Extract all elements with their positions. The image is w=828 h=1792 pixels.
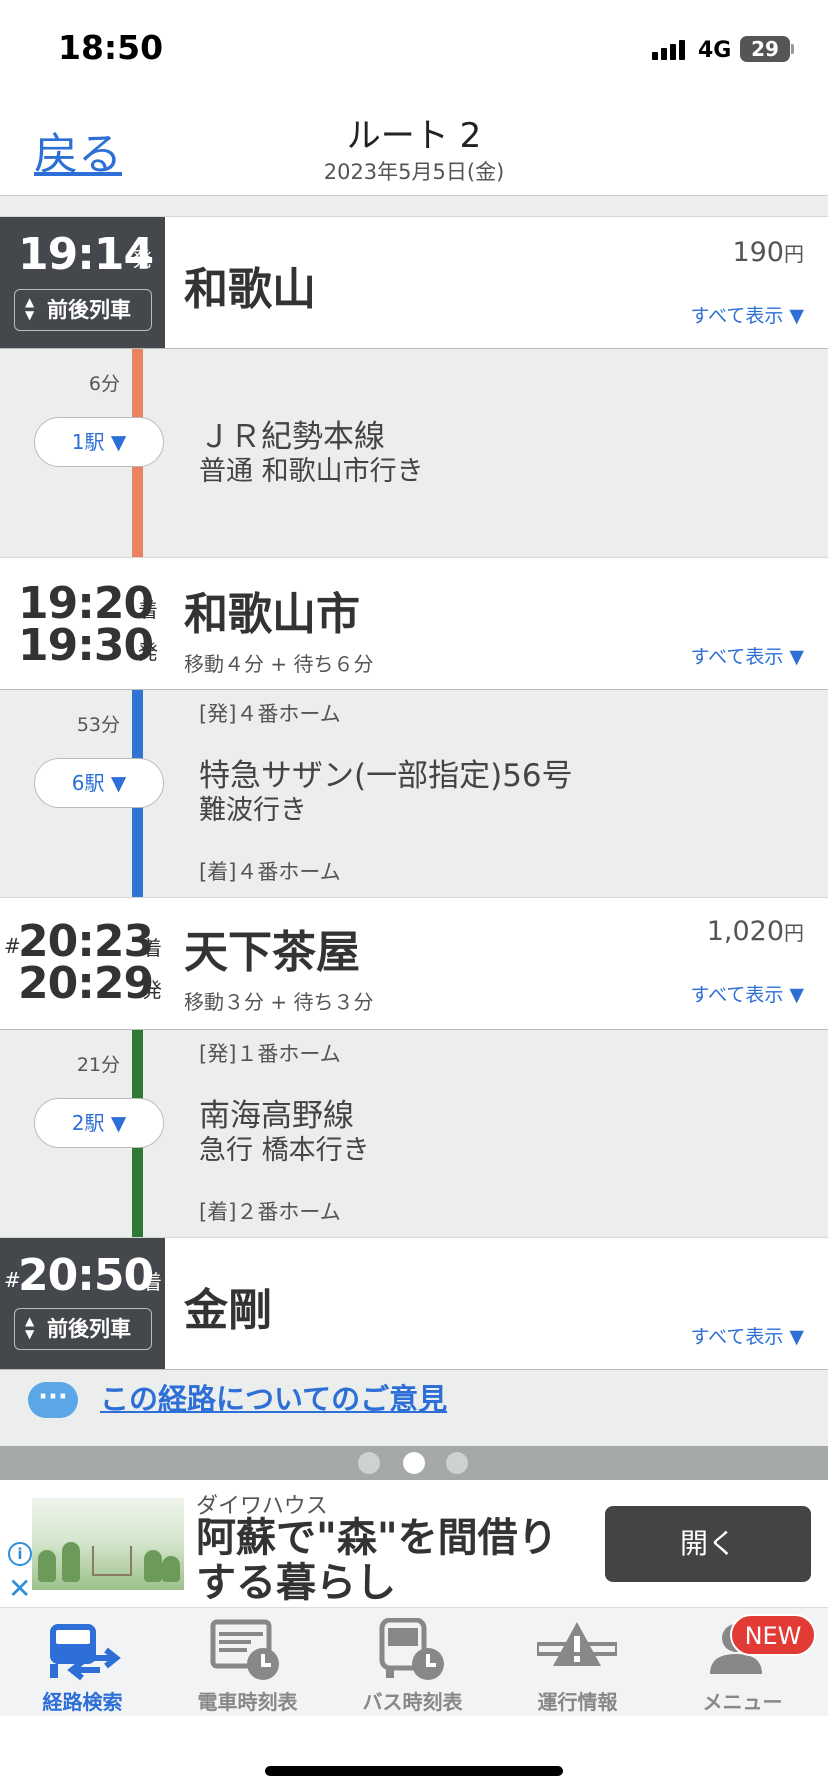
- tab-label: 経路検索: [42, 1690, 123, 1714]
- tab-label: メニュー: [702, 1690, 783, 1714]
- ad-headline: 阿蘇で"森"を間借りする暮らし: [196, 1515, 558, 1606]
- train-route-icon: [50, 1624, 121, 1681]
- depart-suffix: 発: [142, 978, 162, 1002]
- status-bar: 18:50 4G 29: [0, 0, 828, 100]
- arrive-suffix: 着: [142, 936, 162, 960]
- ad-image-tree: [62, 1542, 80, 1582]
- nearby-trains-button[interactable]: ▲ ▼ 前後列車: [14, 289, 152, 331]
- tab-bus-timetable[interactable]: バス時刻表: [330, 1608, 495, 1716]
- fare-value: 190: [732, 237, 784, 268]
- route-segment: 6分 1駅 ▼ ＪＲ紀勢本線 普通 和歌山市行き: [0, 349, 828, 557]
- station-name: 和歌山: [184, 264, 316, 315]
- depart-suffix: 発: [138, 640, 158, 664]
- tab-route-search[interactable]: 経路検索: [0, 1608, 165, 1716]
- transfer-info: 移動３分 + 待ち３分: [184, 990, 374, 1014]
- feedback-link[interactable]: この経路についてのご意見: [100, 1376, 447, 1418]
- station-row[interactable]: # 20:23 着 20:29 発 天下茶屋 移動３分 + 待ち３分 1,020…: [0, 897, 828, 1030]
- fare-unit: 円: [784, 242, 804, 266]
- segment-duration: 21分: [76, 1054, 120, 1076]
- route-date: 2023年5月5日(金): [323, 160, 505, 184]
- feedback-row: ··· この経路についてのご意見: [0, 1370, 828, 1446]
- tab-label: 運行情報: [537, 1690, 618, 1714]
- line-direction: 普通 和歌山市行き: [199, 456, 424, 487]
- train-timetable-icon: [210, 1619, 279, 1680]
- arrive-time: 20:50: [18, 1250, 154, 1301]
- ad-open-button[interactable]: 開く: [605, 1506, 811, 1582]
- station-name: 金剛: [184, 1285, 272, 1336]
- arrive-platform: [着]２番ホーム: [199, 1200, 341, 1224]
- nearby-trains-label: 前後列車: [47, 1317, 131, 1341]
- ad-image-house: [92, 1546, 132, 1576]
- pager-dot-active[interactable]: [403, 1452, 425, 1474]
- station-row[interactable]: 19:20 着 19:30 発 和歌山市 移動４分 + 待ち６分 すべて表示 ▼: [0, 557, 828, 690]
- show-all-link[interactable]: すべて表示 ▼: [690, 642, 804, 669]
- network-type: 4G: [698, 38, 732, 63]
- ad-image-tree: [162, 1556, 180, 1582]
- nearby-trains-button[interactable]: ▲ ▼ 前後列車: [14, 1308, 152, 1350]
- tab-train-timetable[interactable]: 電車時刻表: [165, 1608, 330, 1716]
- depart-time: 20:29: [18, 958, 154, 1009]
- ad-image-tree: [38, 1550, 56, 1582]
- stops-toggle-button[interactable]: 2駅 ▼: [34, 1098, 164, 1148]
- ad-image-tree: [144, 1550, 162, 1582]
- arrive-suffix: 着: [138, 598, 158, 622]
- transfer-info: 移動４分 + 待ち６分: [184, 652, 374, 676]
- ad-info-icon[interactable]: i: [8, 1542, 32, 1566]
- fare: 190円: [732, 237, 804, 268]
- segment-duration: 53分: [76, 714, 120, 736]
- line-direction: 難波行き: [199, 795, 307, 826]
- tab-bar: 経路検索 電車時刻表 バス時刻表 運行情報 メニュー: [0, 1608, 828, 1716]
- depart-time: 19:30: [18, 620, 154, 671]
- fare-value: 1,020: [706, 916, 784, 947]
- nearby-trains-label: 前後列車: [47, 298, 131, 322]
- updown-arrow-icon: ▲ ▼: [25, 295, 35, 322]
- stops-toggle-button[interactable]: 6駅 ▼: [34, 758, 164, 808]
- depart-suffix: 発: [132, 247, 152, 271]
- depart-platform: [発]４番ホーム: [199, 702, 341, 726]
- speech-bubble-icon: ···: [28, 1382, 78, 1418]
- pager-dot[interactable]: [358, 1452, 380, 1474]
- show-all-link[interactable]: すべて表示 ▼: [690, 980, 804, 1007]
- service-alert-icon: [537, 1622, 617, 1666]
- tab-label: バス時刻表: [362, 1690, 463, 1714]
- pager-dot[interactable]: [446, 1452, 468, 1474]
- station-row[interactable]: # 20:50 着 ▲ ▼ 前後列車 金剛 すべて表示 ▼: [0, 1237, 828, 1370]
- ad-image[interactable]: [32, 1498, 184, 1590]
- arrive-suffix: 着: [142, 1270, 162, 1294]
- status-time: 18:50: [58, 28, 164, 67]
- line-direction: 急行 橋本行き: [199, 1135, 370, 1166]
- tab-label: 電車時刻表: [197, 1690, 298, 1714]
- section-gap: [0, 196, 828, 216]
- station-name: 和歌山市: [184, 589, 360, 640]
- arrive-platform: [着]４番ホーム: [199, 860, 341, 884]
- battery-icon: 29: [740, 36, 790, 62]
- station-name: 天下茶屋: [184, 927, 360, 978]
- segment-duration: 6分: [88, 373, 120, 395]
- new-badge: NEW: [730, 1614, 816, 1656]
- tab-service-info[interactable]: 運行情報: [495, 1608, 660, 1716]
- route-segment: 53分 6駅 ▼ [発]４番ホーム 特急サザン(一部指定)56号 難波行き [着…: [0, 690, 828, 897]
- stops-toggle-button[interactable]: 1駅 ▼: [34, 417, 164, 467]
- ad-pager: [0, 1446, 828, 1480]
- page-title: ルート 2: [346, 116, 482, 156]
- ad-banner[interactable]: i ✕ ダイワハウス 阿蘇で"森"を間借りする暮らし 開く: [0, 1480, 828, 1608]
- bus-timetable-icon: [379, 1618, 444, 1680]
- updown-arrow-icon: ▲ ▼: [25, 1314, 35, 1341]
- home-indicator[interactable]: [265, 1766, 563, 1776]
- nav-bar: 戻る ルート 2 2023年5月5日(金): [0, 100, 828, 196]
- depart-platform: [発]１番ホーム: [199, 1042, 341, 1066]
- route-segment: 21分 2駅 ▼ [発]１番ホーム 南海高野線 急行 橋本行き [着]２番ホーム: [0, 1030, 828, 1237]
- ad-close-icon[interactable]: ✕: [8, 1572, 31, 1605]
- signal-icon: [652, 40, 688, 60]
- battery-cap: [791, 44, 794, 54]
- show-all-link[interactable]: すべて表示 ▼: [690, 301, 804, 328]
- show-all-link[interactable]: すべて表示 ▼: [690, 1322, 804, 1349]
- station-row[interactable]: 19:14 発 ▲ ▼ 前後列車 和歌山 190円 すべて表示 ▼: [0, 216, 828, 349]
- fare-unit: 円: [784, 921, 804, 945]
- fare: 1,020円: [707, 916, 804, 947]
